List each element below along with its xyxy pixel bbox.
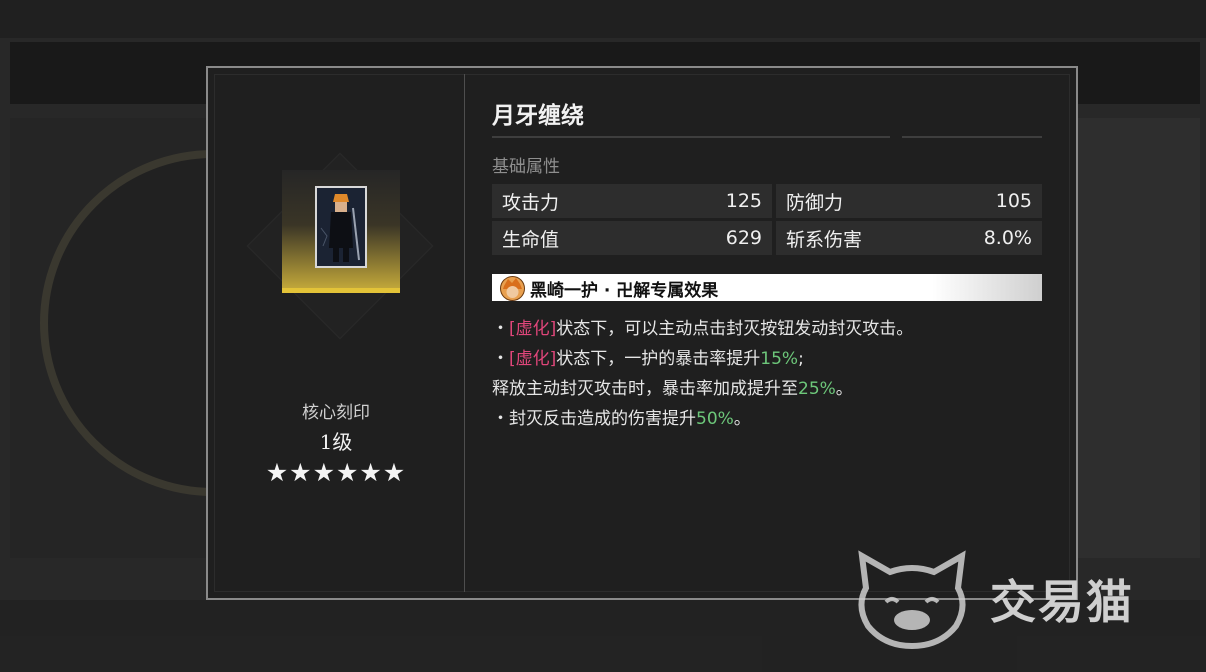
effect-number: 15% xyxy=(760,349,799,369)
stat-name: 防御力 xyxy=(786,191,844,214)
stat-name: 生命值 xyxy=(502,228,560,251)
stat-value: 8.0% xyxy=(983,227,1032,249)
effect-text: 封灭反击造成的伤害提升 xyxy=(509,409,696,429)
core-label: 核心刻印 xyxy=(302,403,370,423)
stat-attack: 攻击力 125 xyxy=(492,184,772,218)
effect-line: ・[虚化]状态下，可以主动点击封灭按钮发动封灭攻击。 xyxy=(492,314,913,339)
effect-line: 释放主动封灭攻击时，暴击率加成提升至25%。 xyxy=(492,374,853,399)
effect-text: 状态下，一护的暴击率提升 xyxy=(556,349,761,369)
base-stats-label: 基础属性 xyxy=(492,157,560,177)
effect-text: 释放主动封灭攻击时，暴击率加成提升至 xyxy=(492,379,798,399)
title-underline xyxy=(492,136,890,138)
character-portrait xyxy=(315,186,367,268)
item-detail-dialog: 核心刻印 1级 ★★★★★★ 月牙缠绕 基础属性 攻击力 125 防御力 105… xyxy=(206,66,1078,600)
character-avatar-icon xyxy=(500,276,525,301)
vertical-divider xyxy=(464,74,465,592)
exclusive-effect-header: 黑崎一护 · 卍解专属效果 xyxy=(492,274,1042,301)
stat-value: 125 xyxy=(725,190,762,212)
effect-text: 状态下，可以主动点击封灭按钮发动封灭攻击。 xyxy=(556,319,914,339)
bullet: ・ xyxy=(492,409,509,429)
bullet: ・ xyxy=(492,349,509,369)
effect-suffix: 。 xyxy=(733,409,751,429)
stat-slash-damage: 斩系伤害 8.0% xyxy=(776,221,1042,255)
item-level: 1级 xyxy=(319,430,353,454)
character-portrait-art xyxy=(317,188,365,266)
stat-name: 攻击力 xyxy=(502,191,560,214)
effect-suffix: ; xyxy=(798,349,804,369)
title-underline-short xyxy=(902,136,1042,138)
effect-keyword: [虚化] xyxy=(509,319,557,339)
watermark-text: 交易猫 xyxy=(990,575,1134,629)
effect-line: ・封灭反击造成的伤害提升50%。 xyxy=(492,404,751,429)
effect-number: 25% xyxy=(798,379,836,399)
item-title: 月牙缠绕 xyxy=(492,103,584,129)
stat-defense: 防御力 105 xyxy=(776,184,1042,218)
effect-keyword: [虚化] xyxy=(509,349,557,369)
exclusive-effect-title: 黑崎一护 · 卍解专属效果 xyxy=(530,281,719,301)
stat-value: 629 xyxy=(725,227,762,249)
stat-hp: 生命值 629 xyxy=(492,221,772,255)
effect-suffix: 。 xyxy=(835,379,853,399)
effect-line: ・[虚化]状态下，一护的暴击率提升15%; xyxy=(492,344,804,369)
rarity-bar xyxy=(282,288,400,293)
effect-number: 50% xyxy=(696,409,734,429)
star-rating: ★★★★★★ xyxy=(265,458,407,487)
bullet: ・ xyxy=(492,319,509,339)
stat-value: 105 xyxy=(995,190,1032,212)
stat-name: 斩系伤害 xyxy=(786,228,863,251)
